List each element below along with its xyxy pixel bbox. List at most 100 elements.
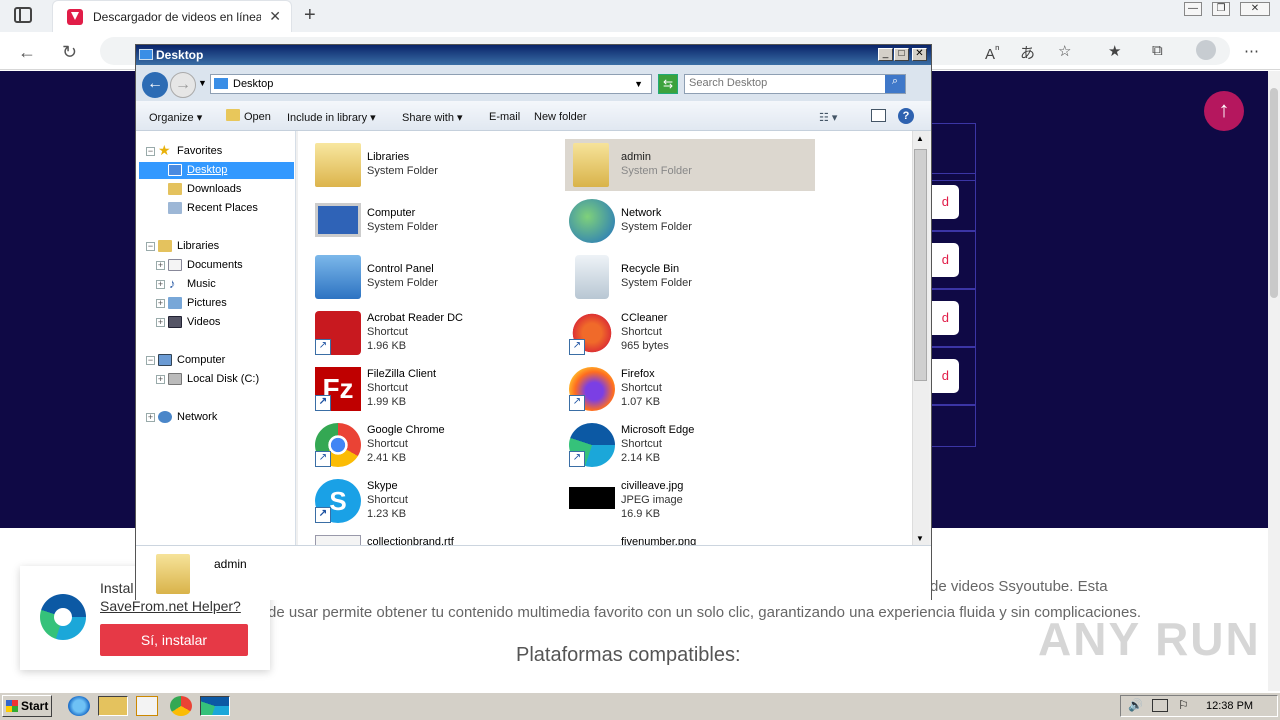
- new-folder-button[interactable]: New folder: [534, 111, 587, 123]
- expand-icon[interactable]: +: [156, 299, 165, 308]
- ie-taskbar-icon[interactable]: [68, 696, 90, 716]
- item-type: System Folder: [367, 277, 438, 289]
- nav-libraries[interactable]: Libraries: [177, 240, 219, 252]
- expand-icon[interactable]: +: [156, 280, 165, 289]
- read-aloud-icon[interactable]: Aⁿ: [985, 42, 1000, 63]
- explorer-close-button[interactable]: ✕: [912, 48, 927, 61]
- file-item-skype[interactable]: S Skype Shortcut 1.23 KB: [311, 475, 561, 527]
- scroll-top-button[interactable]: ↑: [1204, 91, 1244, 131]
- file-item-civilleave[interactable]: civilleave.jpg JPEG image 16.9 KB: [565, 475, 815, 527]
- download-button[interactable]: d: [930, 359, 959, 393]
- volume-icon[interactable]: 🔊: [1128, 698, 1143, 712]
- add-favorite-icon[interactable]: ☆: [1058, 42, 1071, 60]
- file-item-chrome[interactable]: Google Chrome Shortcut 2.41 KB: [311, 419, 561, 471]
- collections-icon[interactable]: ⧉: [1152, 42, 1163, 59]
- explorer-forward-button[interactable]: →: [170, 72, 196, 98]
- refresh-icon[interactable]: ↻: [62, 42, 77, 63]
- favorites-icon[interactable]: ★: [1108, 42, 1121, 60]
- refresh-button[interactable]: ⇆: [658, 74, 678, 94]
- user-folder-icon: [156, 554, 190, 594]
- collapse-icon[interactable]: −: [146, 147, 155, 156]
- media-player-taskbar-icon[interactable]: [136, 696, 158, 716]
- nav-videos[interactable]: Videos: [187, 316, 220, 328]
- close-button[interactable]: ✕: [1240, 2, 1270, 16]
- file-item-network[interactable]: Network System Folder: [565, 195, 815, 247]
- file-list-scroll-thumb[interactable]: [914, 149, 927, 381]
- file-item-filezilla[interactable]: Fz FileZilla Client Shortcut 1.99 KB: [311, 363, 561, 415]
- path-dropdown-icon[interactable]: ▼: [634, 79, 643, 89]
- nav-network[interactable]: Network: [177, 411, 217, 423]
- file-item-edge[interactable]: Microsoft Edge Shortcut 2.14 KB: [565, 419, 815, 471]
- open-button[interactable]: Open: [244, 111, 271, 123]
- search-box[interactable]: ⌕: [684, 74, 906, 94]
- nav-computer[interactable]: Computer: [177, 354, 225, 366]
- organize-menu[interactable]: Organize ▾: [149, 111, 202, 124]
- chrome-taskbar-icon[interactable]: [170, 696, 192, 716]
- back-icon[interactable]: ←: [18, 42, 36, 63]
- download-button[interactable]: d: [930, 243, 959, 277]
- collapse-icon[interactable]: −: [146, 356, 155, 365]
- profile-avatar[interactable]: [1196, 40, 1216, 60]
- edge-taskbar-icon[interactable]: [200, 696, 230, 716]
- minimize-button[interactable]: —: [1184, 2, 1202, 16]
- file-item-ccleaner[interactable]: CCleaner Shortcut 965 bytes: [565, 307, 815, 359]
- expand-icon[interactable]: +: [146, 413, 155, 422]
- expand-icon[interactable]: +: [156, 318, 165, 327]
- scroll-up-icon[interactable]: ▲: [916, 134, 924, 143]
- explorer-titlebar[interactable]: Desktop: [136, 45, 931, 65]
- share-with-menu[interactable]: Share with ▾: [402, 111, 463, 124]
- network-tray-icon[interactable]: [1152, 699, 1168, 712]
- file-item-admin[interactable]: admin System Folder: [565, 139, 815, 191]
- nav-favorites[interactable]: Favorites: [177, 145, 222, 157]
- recent-pages-dropdown-icon[interactable]: ▼: [198, 78, 207, 88]
- file-item-collectionbrand[interactable]: collectionbrand.rtf: [311, 531, 561, 545]
- email-button[interactable]: E-mail: [489, 111, 520, 123]
- flag-icon[interactable]: ⚐: [1178, 698, 1189, 712]
- nav-documents[interactable]: Documents: [187, 259, 243, 271]
- page-scroll-thumb[interactable]: [1270, 88, 1278, 298]
- expand-icon[interactable]: +: [156, 261, 165, 270]
- file-item-control-panel[interactable]: Control Panel System Folder: [311, 251, 561, 303]
- view-options-icon[interactable]: ☷ ▾: [819, 111, 837, 124]
- tab-close-button[interactable]: ✕: [269, 8, 281, 25]
- explorer-taskbar-icon[interactable]: [98, 696, 128, 716]
- collapse-icon[interactable]: −: [146, 242, 155, 251]
- search-input[interactable]: [689, 77, 879, 89]
- file-item-fivenumber[interactable]: fivenumber.png: [565, 531, 815, 545]
- file-item-libraries[interactable]: Libraries System Folder: [311, 139, 561, 191]
- expand-icon[interactable]: +: [156, 375, 165, 384]
- acrobat-icon: [315, 311, 361, 355]
- tab-actions-icon[interactable]: [14, 7, 32, 23]
- scroll-down-icon[interactable]: ▼: [916, 534, 924, 543]
- download-button[interactable]: d: [930, 185, 959, 219]
- explorer-maximize-button[interactable]: □: [894, 48, 909, 61]
- file-item-firefox[interactable]: Firefox Shortcut 1.07 KB: [565, 363, 815, 415]
- download-button[interactable]: d: [930, 301, 959, 335]
- help-icon[interactable]: ?: [898, 108, 914, 124]
- translate-icon[interactable]: あ: [1020, 42, 1035, 63]
- include-library-menu[interactable]: Include in library ▾: [287, 111, 376, 124]
- install-button[interactable]: Sí, instalar: [100, 624, 248, 656]
- new-tab-button[interactable]: +: [304, 4, 316, 27]
- more-menu-icon[interactable]: ⋯: [1244, 42, 1259, 60]
- nav-pictures[interactable]: Pictures: [187, 297, 227, 309]
- explorer-minimize-button[interactable]: _: [878, 48, 893, 61]
- item-type: System Folder: [621, 277, 692, 289]
- popup-link[interactable]: SaveFrom.net Helper?: [100, 598, 241, 614]
- start-button[interactable]: Start: [2, 695, 52, 717]
- item-name: Acrobat Reader DC: [367, 312, 463, 324]
- explorer-back-button[interactable]: ←: [142, 72, 168, 98]
- preview-pane-icon[interactable]: [871, 109, 886, 122]
- file-item-recycle-bin[interactable]: Recycle Bin System Folder: [565, 251, 815, 303]
- nav-local-disk[interactable]: Local Disk (C:): [187, 373, 259, 385]
- file-item-computer[interactable]: Computer System Folder: [311, 195, 561, 247]
- nav-desktop[interactable]: Desktop: [187, 164, 227, 176]
- restore-button[interactable]: ❐: [1212, 2, 1230, 16]
- address-path[interactable]: Desktop ▼: [210, 74, 652, 94]
- nav-recent-places[interactable]: Recent Places: [187, 202, 258, 214]
- browser-tab[interactable]: Descargador de videos en línea ✕: [52, 0, 292, 32]
- search-icon[interactable]: ⌕: [885, 75, 905, 93]
- file-item-acrobat[interactable]: Acrobat Reader DC Shortcut 1.96 KB: [311, 307, 561, 359]
- nav-downloads[interactable]: Downloads: [187, 183, 241, 195]
- nav-music[interactable]: Music: [187, 278, 216, 290]
